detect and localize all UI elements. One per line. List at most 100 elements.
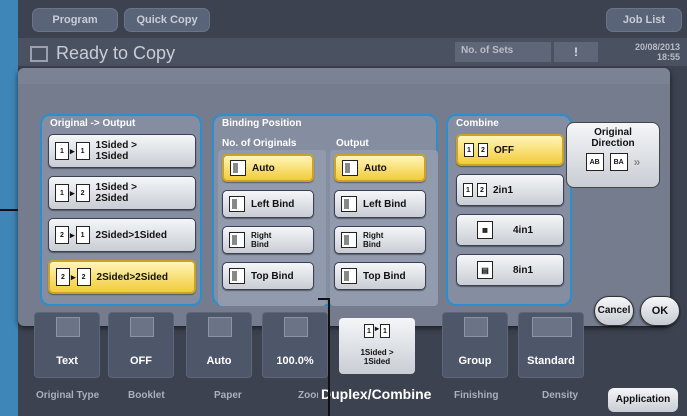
bind-top-icon: [341, 268, 357, 284]
density-value: Standard: [527, 355, 575, 367]
duplex-tile-icon: 1 ▸ 1: [339, 324, 415, 338]
bind-top-icon: [229, 268, 245, 284]
no-of-sets-field[interactable]: No. of Sets: [455, 42, 551, 62]
originals-top-bind-button[interactable]: Top Bind: [222, 262, 314, 290]
original-type-label: Original Type: [36, 390, 100, 401]
option-2sided-1sided[interactable]: 2 ▸ 1 2Sided>1Sided: [48, 218, 196, 252]
bind-right-icon: [229, 232, 245, 248]
duplex-tile-value-line1: 1Sided >: [360, 348, 394, 357]
option-label-line2: 1Sided: [95, 151, 129, 162]
duplex-tile-value-line2: 1Sided: [363, 357, 391, 366]
original-output-title: Original -> Output: [50, 118, 136, 129]
option-label-line2: 2Sided: [95, 193, 129, 204]
finishing-value: Group: [458, 355, 492, 367]
duplex-combine-dialog: Original -> Output 1 ▸ 1 1Sided >1Sided 1 ▸…: [18, 68, 680, 326]
no-of-sets-label: No. of Sets: [461, 45, 514, 56]
originals-right-line2: Bind: [251, 240, 269, 249]
bind-left-icon: [341, 196, 357, 212]
output-auto-label: Auto: [364, 162, 387, 174]
combine-2in1-label: 2in1: [493, 184, 514, 196]
booklet-value: OFF: [130, 355, 152, 367]
originals-top-bind-label: Top Bind: [251, 270, 294, 282]
datetime: 20/08/2013 18:55: [606, 42, 680, 62]
booklet-label: Booklet: [128, 390, 165, 401]
original-direction-button[interactable]: Original Direction AB BA »: [566, 122, 660, 188]
job-list-button[interactable]: Job List: [606, 8, 682, 32]
quick-copy-button[interactable]: Quick Copy: [124, 8, 210, 32]
booklet-tile[interactable]: OFF: [108, 312, 174, 378]
originals-header: No. of Originals: [222, 138, 297, 149]
dialog-title-strip: [18, 68, 670, 84]
finishing-icon: [464, 317, 488, 337]
booklet-icon: [130, 317, 154, 337]
duplex-1to2-icon: 1 ▸ 2: [55, 184, 90, 202]
paper-value: Auto: [206, 355, 232, 367]
output-top-bind-label: Top Bind: [363, 270, 406, 282]
combine-8in1-button[interactable]: ▤ 8in1: [456, 254, 564, 286]
combine-4in1-label: 4in1: [513, 224, 534, 236]
paper-icon: [208, 317, 232, 337]
output-header: Output: [336, 138, 369, 149]
bind-right-icon: [341, 232, 357, 248]
output-left-bind-label: Left Bind: [363, 198, 407, 210]
option-2sided-2sided[interactable]: 2 ▸ 2 2Sided>2Sided: [48, 260, 196, 294]
cancel-button[interactable]: Cancel: [594, 296, 634, 326]
option-label: 2Sided>2Sided: [96, 271, 168, 283]
output-right-line2: Bind: [363, 240, 381, 249]
originals-left-bind-button[interactable]: Left Bind: [222, 190, 314, 218]
originals-left-bind-label: Left Bind: [251, 198, 295, 210]
option-label: 2Sided>1Sided: [95, 229, 167, 241]
binding-position-group: Binding Position No. of Originals Output…: [212, 114, 438, 306]
combine-off-label: OFF: [494, 144, 514, 156]
bind-auto-icon: [230, 160, 246, 176]
option-1sided-1sided[interactable]: 1 ▸ 1 1Sided >1Sided: [48, 134, 196, 168]
direction-line2: Direction: [591, 138, 635, 149]
option-1sided-2sided[interactable]: 1 ▸ 2 1Sided >2Sided: [48, 176, 196, 210]
bind-left-icon: [229, 196, 245, 212]
output-left-bind-button[interactable]: Left Bind: [334, 190, 426, 218]
ok-button[interactable]: OK: [640, 296, 680, 326]
finishing-label: Finishing: [454, 390, 499, 401]
direction-ba-icon: BA: [609, 153, 628, 171]
binding-position-title: Binding Position: [222, 118, 302, 129]
zoom-value: 100.0%: [276, 355, 314, 367]
bind-auto-icon: [342, 160, 358, 176]
status-text: Ready to Copy: [56, 43, 176, 63]
direction-line1: Original: [594, 127, 632, 138]
finishing-tile[interactable]: Group: [442, 312, 508, 378]
zoom-tile[interactable]: 100.0%: [262, 312, 328, 378]
option-label-line1: 1Sided >: [95, 140, 137, 151]
original-output-group: Original -> Output 1 ▸ 1 1Sided >1Sided 1 ▸…: [40, 114, 202, 306]
callout-line-bottom: [328, 300, 330, 416]
output-auto-button[interactable]: Auto: [334, 154, 426, 182]
density-tile[interactable]: Standard: [518, 312, 584, 378]
paper-tile[interactable]: Auto: [186, 312, 252, 378]
originals-auto-label: Auto: [252, 162, 275, 174]
paper-label: Paper: [214, 390, 242, 401]
more-arrow-icon: »: [633, 155, 641, 169]
density-icon: [532, 317, 572, 337]
combine-2in1-button[interactable]: 12 2in1: [456, 174, 564, 206]
application-button[interactable]: Application: [608, 388, 678, 412]
duplex-combine-tile[interactable]: 1 ▸ 1 1Sided >1Sided: [339, 318, 415, 374]
duplex-1to1-icon: 1 ▸ 1: [55, 142, 90, 160]
warning-icon[interactable]: !: [554, 42, 598, 62]
originals-right-line1: Right: [251, 231, 272, 240]
output-top-bind-button[interactable]: Top Bind: [334, 262, 426, 290]
program-button[interactable]: Program: [32, 8, 118, 32]
combine-8in1-label: 8in1: [513, 264, 534, 276]
output-right-line1: Right: [363, 231, 384, 240]
output-right-bind-button[interactable]: Right Bind: [334, 226, 426, 254]
original-type-tile[interactable]: Text: [34, 312, 100, 378]
originals-auto-button[interactable]: Auto: [222, 154, 314, 182]
combine-4in1-button[interactable]: ▦ 4in1: [456, 214, 564, 246]
time-text: 18:55: [656, 52, 680, 62]
combine-8in1-icon: ▤: [477, 261, 493, 279]
date-text: 20/08/2013: [634, 42, 680, 52]
combine-group: Combine 12 OFF 12 2in1 ▦ 4in1 ▤ 8in1: [446, 114, 572, 306]
zoom-icon: [284, 317, 308, 337]
originals-right-bind-button[interactable]: Right Bind: [222, 226, 314, 254]
combine-off-button[interactable]: 12 OFF: [456, 134, 564, 166]
copy-icon: [30, 46, 48, 62]
duplex-2to1-icon: 2 ▸ 1: [55, 226, 90, 244]
